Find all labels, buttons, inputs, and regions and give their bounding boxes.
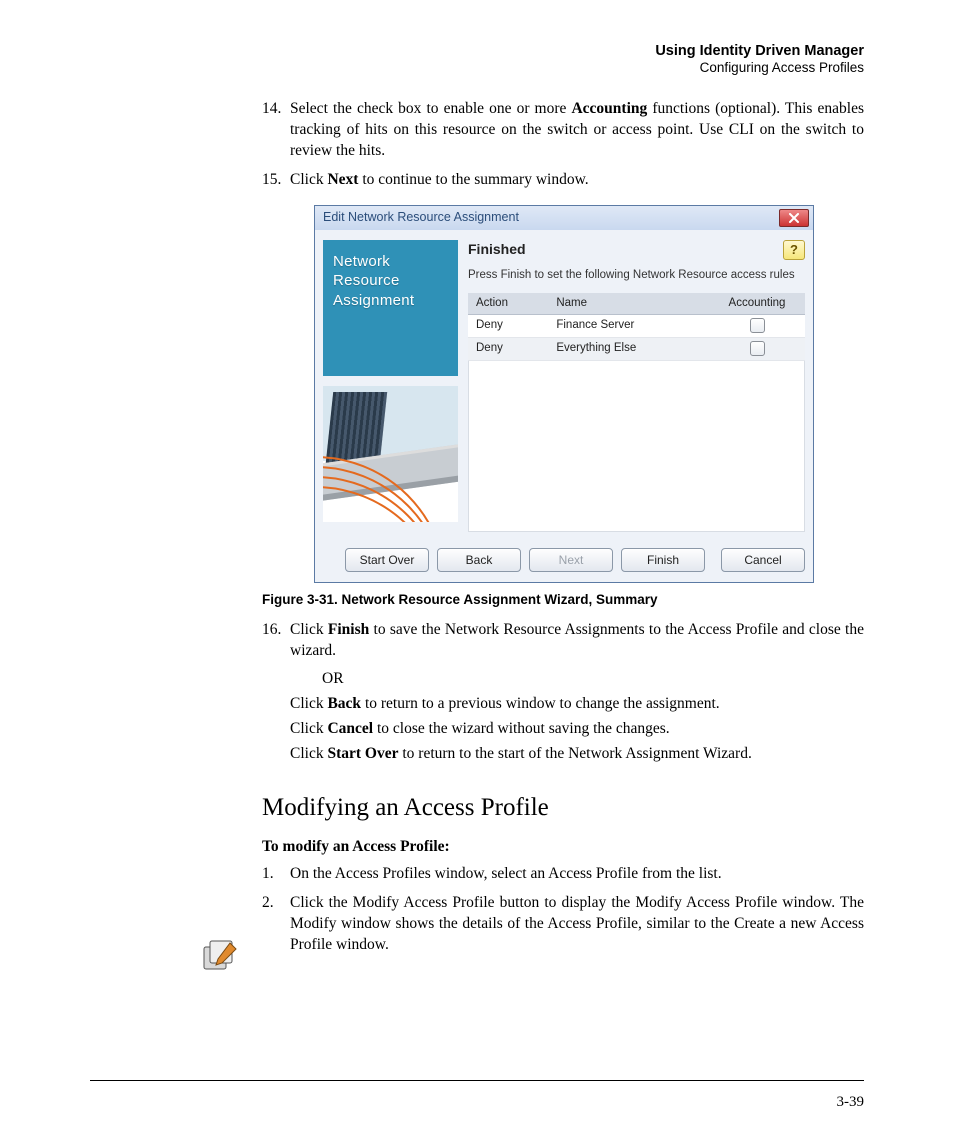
finish-button[interactable]: Finish: [621, 548, 705, 572]
step-15: 15. Click Next to continue to the summar…: [262, 170, 864, 191]
figure-caption: Figure 3-31. Network Resource Assignment…: [262, 591, 864, 609]
header-title: Using Identity Driven Manager: [90, 42, 864, 60]
table-row[interactable]: Deny Everything Else: [468, 338, 805, 361]
accounting-checkbox[interactable]: [750, 318, 765, 333]
step-16: 16. Click Finish to save the Network Res…: [262, 620, 864, 662]
dialog-window: Edit Network Resource Assignment Network…: [314, 205, 814, 584]
or-text: OR: [322, 669, 864, 690]
step-number: 14.: [262, 99, 290, 162]
col-action: Action: [468, 293, 548, 315]
dialog-title: Edit Network Resource Assignment: [323, 209, 519, 226]
accounting-checkbox[interactable]: [750, 341, 765, 356]
section-subhead: To modify an Access Profile:: [262, 837, 864, 858]
step-text: Select the check box to enable one or mo…: [290, 99, 864, 162]
step-text: Click the Modify Access Profile button t…: [290, 893, 864, 956]
mod-step-2: 2. Click the Modify Access Profile butto…: [262, 893, 864, 956]
step-number: 2.: [262, 893, 290, 956]
figure-wrapper: Edit Network Resource Assignment Network…: [314, 205, 864, 584]
step-14: 14. Select the check box to enable one o…: [262, 99, 864, 162]
wizard-heading: Finished: [468, 240, 783, 259]
col-name: Name: [548, 293, 709, 315]
table-row[interactable]: Deny Finance Server: [468, 315, 805, 338]
help-icon[interactable]: ?: [783, 240, 805, 260]
cancel-button[interactable]: Cancel: [721, 548, 805, 572]
modify-profile-icon: [200, 937, 240, 977]
table-empty-area: [468, 361, 805, 532]
sub-startover: Click Start Over to return to the start …: [290, 744, 864, 765]
step-text: Click Next to continue to the summary wi…: [290, 170, 864, 191]
step-number: 1.: [262, 864, 290, 885]
section-heading: Modifying an Access Profile: [262, 791, 864, 825]
wizard-main-panel: Finished ? Press Finish to set the follo…: [468, 240, 805, 533]
page-header: Using Identity Driven Manager Configurin…: [90, 42, 864, 77]
sub-back: Click Back to return to a previous windo…: [290, 694, 864, 715]
dialog-titlebar: Edit Network Resource Assignment: [315, 206, 813, 230]
close-icon[interactable]: [779, 209, 809, 227]
step-text: Click Finish to save the Network Resourc…: [290, 620, 864, 662]
rules-table: Action Name Accounting Deny Finance Serv…: [468, 293, 805, 362]
mod-step-1: 1. On the Access Profiles window, select…: [262, 864, 864, 885]
start-over-button[interactable]: Start Over: [345, 548, 429, 572]
back-button[interactable]: Back: [437, 548, 521, 572]
footer-rule: [90, 1080, 864, 1081]
sub-cancel: Click Cancel to close the wizard without…: [290, 719, 864, 740]
step-number: 15.: [262, 170, 290, 191]
step-number: 16.: [262, 620, 290, 662]
page-number: 3-39: [837, 1094, 865, 1111]
wizard-button-row: Start Over Back Next Finish Cancel: [315, 540, 813, 582]
next-button: Next: [529, 548, 613, 572]
wizard-side-image: [323, 386, 458, 522]
wizard-description: Press Finish to set the following Networ…: [468, 268, 805, 283]
step-text: On the Access Profiles window, select an…: [290, 864, 864, 885]
header-subtitle: Configuring Access Profiles: [90, 60, 864, 77]
wizard-side-panel: Network Resource Assignment: [323, 240, 458, 533]
col-accounting: Accounting: [709, 293, 805, 315]
wizard-side-title: Network Resource Assignment: [323, 240, 458, 376]
